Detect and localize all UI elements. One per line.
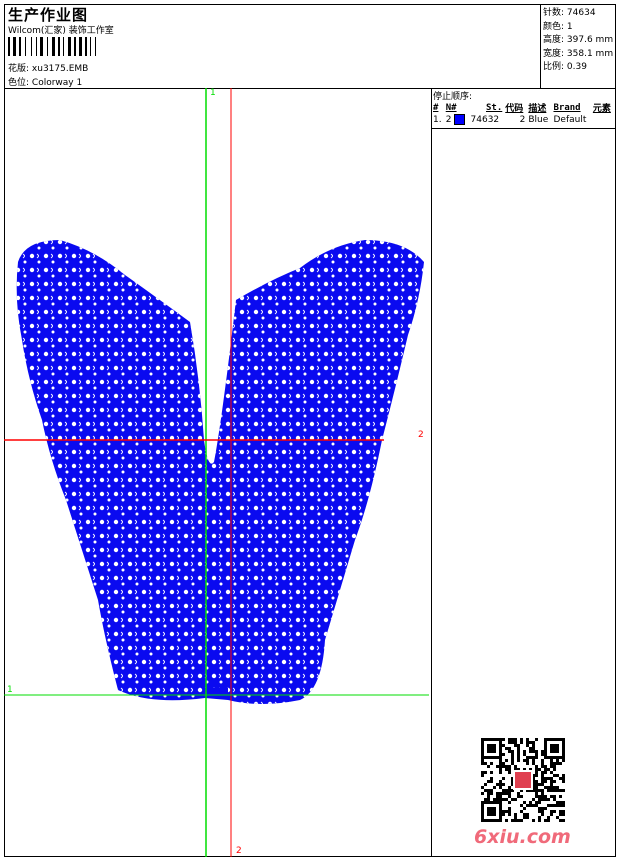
cell-stitches: 74632 <box>470 114 500 125</box>
col-description: 描述 <box>528 104 547 114</box>
guide-label-red-bottom: 2 <box>236 846 242 856</box>
table-header: # N# St. 代码 描述 Brand 元素 <box>433 101 616 115</box>
cell-description: Blue <box>528 114 549 125</box>
col-element: 元素 <box>592 104 611 114</box>
stats-panel: 针数: 74634 颜色: 1 高度: 397.6 mm 宽度: 358.1 m… <box>543 5 613 73</box>
design-canvas <box>4 88 429 857</box>
embroidery-design <box>16 240 425 704</box>
stats-divider <box>540 4 541 88</box>
stat-colors: 颜色: 1 <box>543 21 573 32</box>
cell-code: 2 <box>519 114 526 125</box>
cell-brand: Default <box>553 114 587 125</box>
stat-height: 高度: 397.6 mm <box>543 35 614 45</box>
stat-scale: 比例: 0.39 <box>543 62 587 72</box>
col-stitches: St. <box>486 102 503 113</box>
qr-code-logo <box>481 738 565 822</box>
cell-element <box>593 114 616 125</box>
col-code: 代码 <box>505 104 524 114</box>
color-swatch <box>454 114 466 125</box>
guide-label-green-left: 1 <box>7 685 13 695</box>
stop-sequence-table: # N# St. 代码 描述 Brand 元素 1. 2 74632 2 Blu… <box>433 101 616 125</box>
col-needle: N# <box>445 102 457 113</box>
stop-table-divider <box>431 128 616 129</box>
col-index: # <box>433 102 439 113</box>
guide-label-red-right: 2 <box>418 430 424 440</box>
stat-width: 宽度: 358.1 mm <box>543 48 614 59</box>
cell-needle: 2 <box>446 114 471 125</box>
watermark-logo: 6xiu.com <box>474 826 571 848</box>
stat-stitches: 针数: 74634 <box>543 8 596 18</box>
cell-index: 1. <box>433 114 442 125</box>
col-brand: Brand <box>553 102 581 113</box>
side-panel-divider <box>431 88 432 857</box>
table-row[interactable]: 1. 2 74632 2 Blue Default <box>433 114 616 125</box>
guide-label-green-top: 1 <box>210 88 216 98</box>
